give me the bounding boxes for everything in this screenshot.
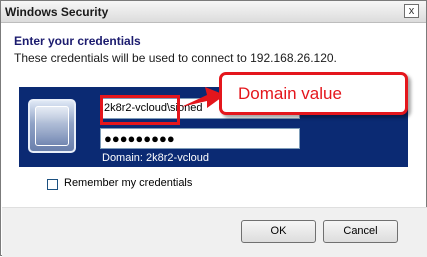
cancel-button[interactable]: Cancel	[323, 220, 398, 243]
button-bar: OK Cancel	[2, 207, 427, 257]
remember-credentials-label[interactable]: Remember my credentials	[64, 177, 192, 189]
remember-credentials-checkbox[interactable]	[47, 179, 58, 190]
callout-text: Domain value	[238, 84, 342, 103]
domain-callout: Domain value	[219, 72, 408, 115]
windows-security-dialog: Windows Security x Enter your credential…	[0, 0, 427, 257]
ok-button[interactable]: OK	[241, 220, 316, 243]
